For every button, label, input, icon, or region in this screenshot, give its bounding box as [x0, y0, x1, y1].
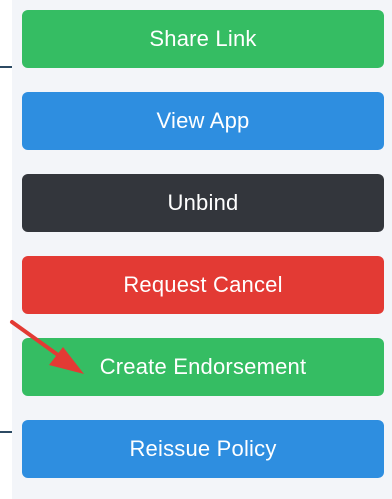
left-divider-bottom: [0, 431, 12, 433]
unbind-button[interactable]: Unbind: [22, 174, 384, 232]
left-divider-top: [0, 66, 12, 68]
reissue-policy-button[interactable]: Reissue Policy: [22, 420, 384, 478]
create-endorsement-button[interactable]: Create Endorsement: [22, 338, 384, 396]
request-cancel-button[interactable]: Request Cancel: [22, 256, 384, 314]
left-edge-strip: [0, 0, 12, 499]
view-app-button[interactable]: View App: [22, 92, 384, 150]
action-panel-page: Share Link View App Unbind Request Cance…: [0, 0, 392, 499]
share-link-button[interactable]: Share Link: [22, 10, 384, 68]
